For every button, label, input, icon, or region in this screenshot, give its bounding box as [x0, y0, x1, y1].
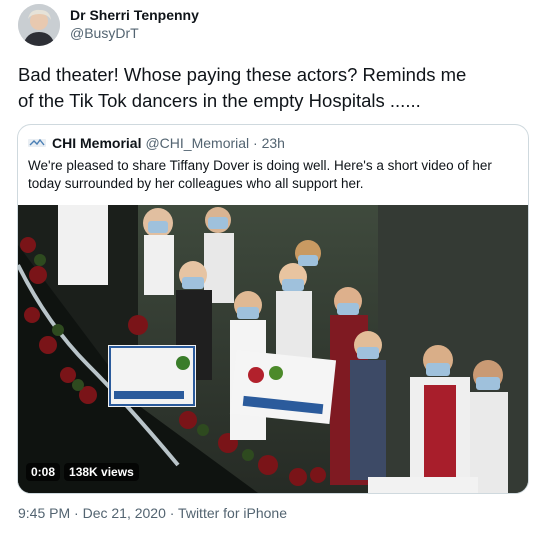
quoted-header: CHI Memorial @CHI_Memorial · 23h: [28, 135, 285, 151]
quoted-meta[interactable]: @CHI_Memorial · 23h: [145, 135, 284, 151]
video-views: 138K views: [64, 463, 139, 481]
video-time: 0:08: [26, 463, 61, 481]
avatar-image: [18, 4, 60, 46]
quoted-text: We're pleased to share Tiffany Dover is …: [28, 158, 492, 191]
tweet-author[interactable]: Dr Sherri Tenpenny @BusyDrT: [70, 7, 199, 42]
chi-logo-icon: [28, 138, 46, 147]
tweet-text: Bad theater! Whose paying these actors? …: [18, 64, 467, 111]
avatar[interactable]: [18, 4, 60, 46]
author-name[interactable]: Dr Sherri Tenpenny: [70, 7, 199, 24]
author-handle[interactable]: @BusyDrT: [70, 24, 199, 42]
quoted-tweet[interactable]: CHI Memorial @CHI_Memorial · 23h We're p…: [17, 124, 529, 494]
video-badges: 0:08 138K views: [26, 463, 143, 481]
quoted-author-name[interactable]: CHI Memorial: [52, 135, 141, 151]
tweet: Dr Sherri Tenpenny @BusyDrT Bad theater!…: [0, 0, 540, 540]
tweet-meta[interactable]: 9:45 PM · Dec 21, 2020 · Twitter for iPh…: [18, 505, 287, 521]
video-player[interactable]: 0:08 138K views: [18, 205, 528, 493]
video-frame: [18, 205, 528, 493]
